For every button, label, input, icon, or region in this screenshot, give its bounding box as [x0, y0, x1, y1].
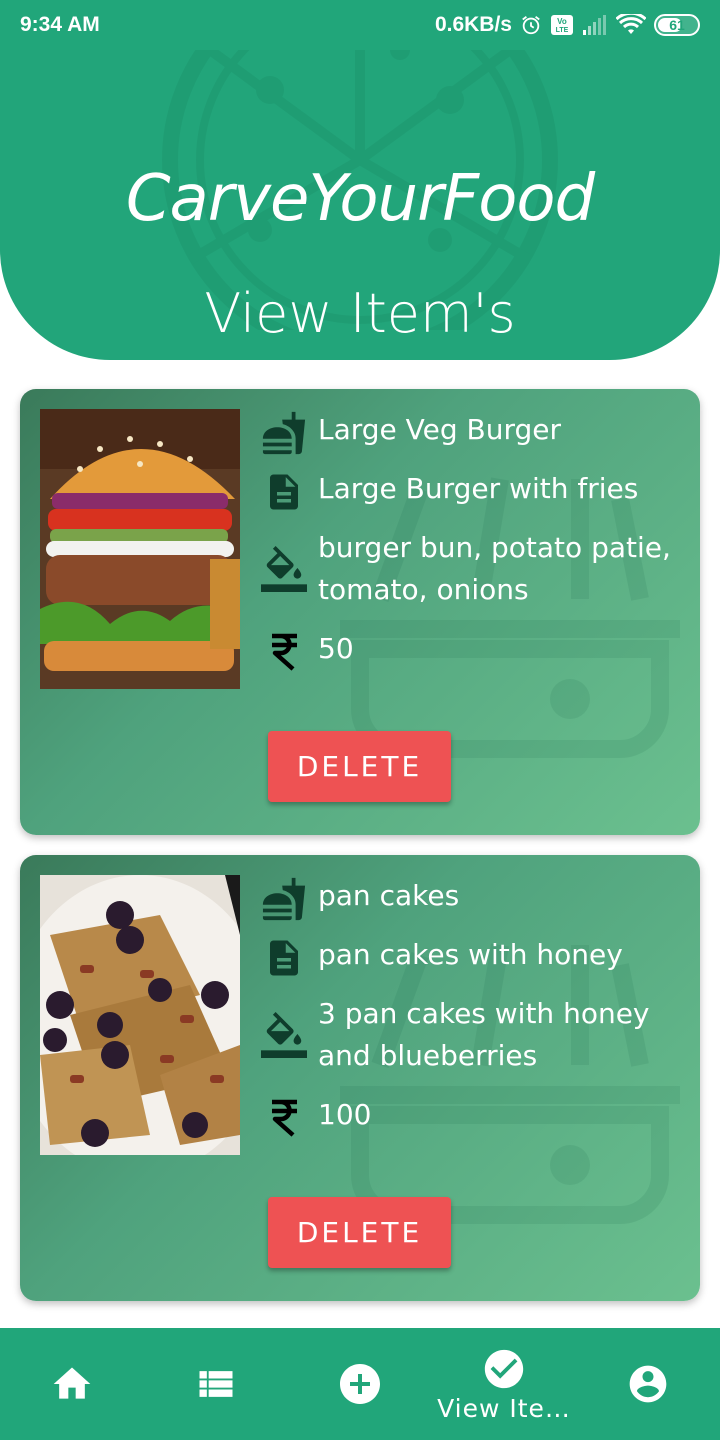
account-icon	[629, 1365, 667, 1403]
description-icon	[260, 934, 308, 982]
svg-text:LTE: LTE	[556, 27, 569, 34]
rupee-icon	[260, 1094, 308, 1142]
nav-add[interactable]	[288, 1328, 432, 1440]
fastfood-icon	[260, 875, 308, 923]
item-ingredients-row: 3 pan cakes with honey and blueberries	[260, 993, 688, 1077]
nav-list[interactable]	[144, 1328, 288, 1440]
check-circle-icon	[484, 1349, 524, 1389]
item-price-row: 100	[260, 1094, 688, 1142]
page-title: View Item's	[204, 282, 516, 345]
status-icons: 0.6KB/s Vo LTE 61	[435, 13, 700, 37]
network-speed: 0.6KB/s	[434, 13, 512, 36]
delete-button[interactable]: DELETE	[268, 731, 451, 802]
fastfood-icon	[260, 409, 308, 457]
format-color-fill-icon	[260, 545, 308, 593]
burger-image	[40, 409, 240, 689]
status-bar: 9:34 AM 0.6KB/s Vo LTE 61	[0, 0, 720, 50]
format-color-fill-icon	[260, 1011, 308, 1059]
item-name: pan cakes	[318, 879, 460, 912]
delete-button[interactable]: DELETE	[268, 1197, 451, 1268]
item-description: pan cakes with honey	[318, 938, 623, 971]
app-title: CarveYourFood	[125, 162, 595, 236]
home-icon	[53, 1367, 91, 1399]
status-time: 9:34 AM	[20, 13, 100, 36]
item-price: 50	[318, 632, 354, 665]
item-description-row: pan cakes with honey	[260, 934, 688, 982]
battery-icon: 61	[654, 14, 700, 36]
item-ingredients-row: burger bun, potato patie, tomato, onions	[260, 527, 688, 611]
item-price: 100	[318, 1098, 372, 1131]
wifi-icon	[616, 14, 646, 34]
add-circle-icon	[340, 1364, 380, 1404]
item-price-row: 50	[260, 628, 688, 676]
nav-account[interactable]	[576, 1328, 720, 1440]
alarm-icon	[522, 16, 540, 35]
nav-home[interactable]	[0, 1328, 144, 1440]
item-ingredients: 3 pan cakes with honey and blueberries	[318, 997, 650, 1072]
battery-level: 61	[669, 17, 685, 33]
item-description-row: Large Burger with fries	[260, 468, 688, 516]
item-name: Large Veg Burger	[318, 413, 562, 446]
item-name-row: Large Veg Burger	[260, 409, 688, 457]
volte-icon: VoLTE	[551, 15, 573, 35]
item-ingredients: burger bun, potato patie, tomato, onions	[318, 531, 671, 606]
item-card: pan cakes pan cakes with honey 3 pan cak…	[20, 855, 700, 1301]
rupee-icon	[260, 628, 308, 676]
description-icon	[260, 468, 308, 516]
pancakes-image	[40, 875, 240, 1155]
nav-view-items-label: View Ite…	[437, 1394, 571, 1423]
bottom-navigation: View Ite…	[0, 1328, 720, 1440]
item-name-row: pan cakes	[260, 875, 688, 923]
list-icon	[199, 1371, 233, 1397]
item-description: Large Burger with fries	[318, 472, 639, 505]
svg-text:Vo: Vo	[557, 17, 567, 26]
item-card: Large Veg Burger Large Burger with fries…	[20, 389, 700, 835]
header: CarveYourFood View Item's	[0, 50, 720, 360]
signal-icon	[583, 15, 606, 35]
nav-view-items[interactable]: View Ite…	[432, 1328, 576, 1440]
